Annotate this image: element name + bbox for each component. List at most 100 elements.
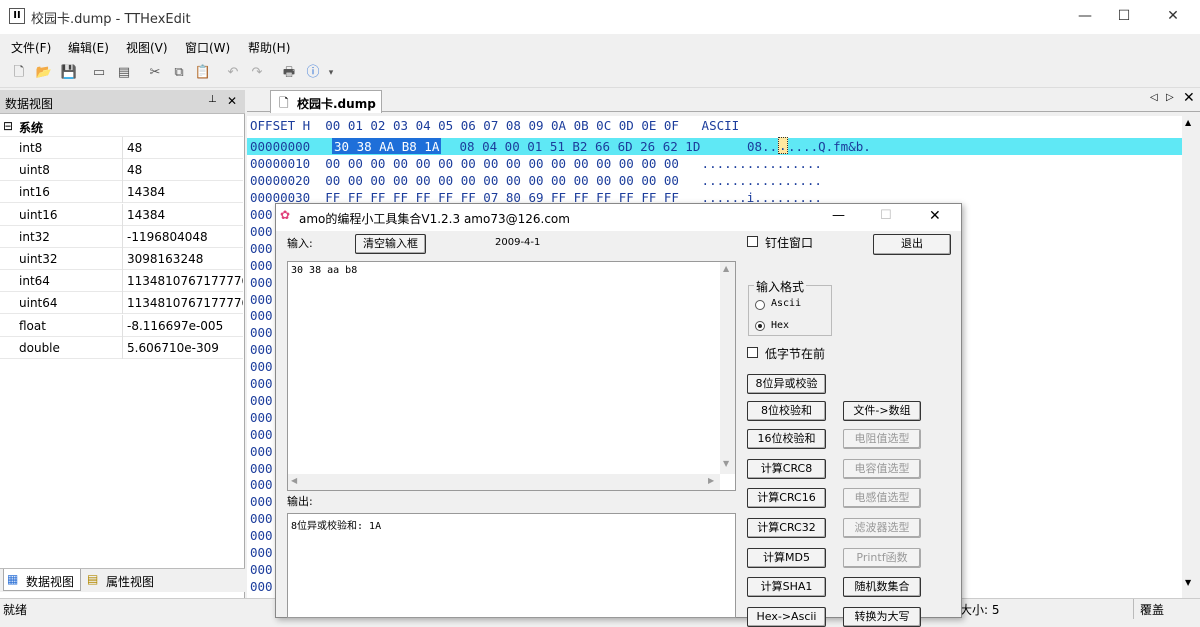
clear-input-button[interactable]: 清空输入框: [355, 234, 426, 254]
close-button[interactable]: ✕: [1150, 0, 1196, 34]
tool-button[interactable]: Printf函数: [843, 548, 921, 568]
tab-close-icon[interactable]: ✕: [1183, 90, 1195, 106]
tool-button[interactable]: Hex->Ascii: [747, 607, 826, 627]
ascii-text[interactable]: 08..: [747, 139, 777, 154]
hex-offset-stub: 000: [250, 561, 273, 577]
tab-data-view[interactable]: ▦ 数据视图: [3, 569, 81, 591]
collapse-icon[interactable]: ⊟: [3, 119, 13, 133]
selected-bytes[interactable]: 30 38 AA B8 1A: [332, 138, 442, 154]
tool-button[interactable]: 文件->数组: [843, 401, 921, 421]
hex-offset-stub: 000: [250, 207, 273, 222]
tool-button[interactable]: 计算MD5: [747, 548, 826, 568]
paste-icon[interactable]: 📋: [194, 64, 212, 82]
menu-help[interactable]: 帮助(H): [248, 39, 290, 56]
tool-button[interactable]: 计算SHA1: [747, 577, 826, 597]
column-divider: [122, 225, 123, 248]
exit-button[interactable]: 退出: [873, 234, 951, 255]
dropdown-icon[interactable]: ▾: [322, 64, 340, 82]
tool-button[interactable]: 转换为大写: [843, 607, 921, 627]
document-tab-bar: 🗋 校园卡.dump ◁ ▷ ✕: [247, 88, 1200, 113]
hex-bytes[interactable]: 08 04 00 01 51 B2 66 6D 26 62 1D: [452, 139, 701, 154]
scroll-down-icon[interactable]: ▼: [1185, 578, 1191, 587]
property-row[interactable]: uint16 14384: [0, 203, 243, 226]
tab-nav-right-icon[interactable]: ▷: [1166, 92, 1174, 103]
property-row[interactable]: int32 -1196804048: [0, 225, 243, 248]
tool-button[interactable]: 电感值选型: [843, 488, 921, 508]
tab-nav-left-icon[interactable]: ◁: [1150, 92, 1158, 103]
panel-close-icon[interactable]: ✕: [227, 94, 237, 108]
menu-file[interactable]: 文件(F): [11, 39, 51, 56]
tool-button[interactable]: 随机数集合: [843, 577, 921, 597]
column-divider: [122, 137, 123, 159]
memory-icon[interactable]: ▤: [115, 64, 133, 82]
property-row[interactable]: uint32 3098163248: [0, 248, 243, 270]
property-row[interactable]: uint8 48: [0, 159, 243, 182]
ascii-text-rest[interactable]: ....Q.fm&b.: [788, 139, 871, 154]
ascii-cursor[interactable]: .: [778, 137, 788, 154]
property-row[interactable]: int64 1134810767177776: [0, 270, 243, 293]
pin-window-label: 钉住窗口: [765, 236, 814, 250]
property-row[interactable]: uint64 1134810767177776: [0, 292, 243, 315]
tab-property-view[interactable]: ▤ 属性视图: [84, 569, 164, 591]
dialog-minimize-button[interactable]: —: [832, 208, 845, 223]
info-icon[interactable]: ⓘ: [304, 64, 322, 82]
hex-offset-stub: 000: [250, 528, 273, 544]
pin-window-checkbox[interactable]: [747, 236, 758, 247]
tab-property-view-label: 属性视图: [106, 575, 155, 589]
redo-icon[interactable]: ↷: [248, 64, 266, 82]
column-divider: [122, 336, 123, 359]
property-value: -8.116697e-005: [127, 318, 224, 333]
menu-view[interactable]: 视图(V): [126, 39, 168, 56]
property-row[interactable]: int16 14384: [0, 181, 243, 204]
dialog-close-button[interactable]: ✕: [929, 208, 941, 224]
scroll-left-icon[interactable]: ◀: [291, 476, 297, 485]
open-folder-icon[interactable]: 📂: [35, 64, 53, 82]
property-row[interactable]: float -8.116697e-005: [0, 314, 243, 337]
property-row[interactable]: double 5.606710e-309: [0, 336, 243, 359]
menu-window[interactable]: 窗口(W): [185, 39, 230, 56]
hex-row[interactable]: 00000020 00 00 00 00 00 00 00 00 00 00 0…: [250, 173, 822, 188]
low-byte-first-checkbox[interactable]: [747, 347, 758, 358]
dialog-maximize-button[interactable]: ☐: [880, 208, 892, 223]
tool-button[interactable]: 8位异或校验: [747, 374, 826, 394]
property-view-icon: ▤: [87, 572, 99, 586]
input-vscroll[interactable]: ▲ ▼: [720, 262, 735, 474]
hex-radio[interactable]: [755, 321, 765, 331]
scroll-up-icon[interactable]: ▲: [1185, 118, 1191, 127]
column-divider: [122, 203, 123, 226]
group-header[interactable]: ⊟ 系统: [0, 115, 243, 137]
scroll-right-icon[interactable]: ▶: [708, 476, 714, 485]
pin-icon[interactable]: ⊥: [208, 94, 217, 105]
undo-icon[interactable]: ↶: [224, 64, 242, 82]
menu-edit[interactable]: 编辑(E): [68, 39, 109, 56]
input-textarea[interactable]: 30 38 aa b8: [287, 261, 736, 491]
tab-document[interactable]: 🗋 校园卡.dump: [270, 90, 382, 113]
tool-button[interactable]: 电容值选型: [843, 459, 921, 479]
copy-icon[interactable]: ⧉: [170, 64, 188, 82]
tool-button[interactable]: 电阻值选型: [843, 429, 921, 449]
new-file-icon[interactable]: 🗋: [10, 64, 28, 82]
tool-button[interactable]: 计算CRC8: [747, 459, 826, 479]
output-textarea[interactable]: 8位异或校验和: 1A: [287, 513, 736, 618]
property-name: int32: [19, 229, 50, 244]
input-hscroll[interactable]: ◀ ▶: [288, 474, 720, 490]
vertical-scrollbar[interactable]: ▲ ▼: [1182, 116, 1197, 598]
maximize-button[interactable]: ☐: [1101, 0, 1147, 34]
tab-data-view-label: 数据视图: [26, 575, 75, 589]
tool-button[interactable]: 计算CRC16: [747, 488, 826, 508]
tool-button[interactable]: 16位校验和: [747, 429, 826, 449]
hex-row[interactable]: 00000010 00 00 00 00 00 00 00 00 00 00 0…: [250, 156, 822, 171]
scroll-down-icon[interactable]: ▼: [723, 459, 729, 468]
tool-button[interactable]: 滤波器选型: [843, 518, 921, 538]
property-row[interactable]: int8 48: [0, 137, 243, 159]
save-icon[interactable]: 💾: [60, 64, 78, 82]
scroll-up-icon[interactable]: ▲: [723, 264, 729, 273]
property-name: int64: [19, 274, 50, 289]
hdd-icon[interactable]: ▭: [90, 64, 108, 82]
tool-button[interactable]: 8位校验和: [747, 401, 826, 421]
ascii-radio[interactable]: [755, 300, 765, 310]
tool-button[interactable]: 计算CRC32: [747, 518, 826, 538]
print-icon[interactable]: 🖶: [280, 64, 298, 82]
cut-icon[interactable]: ✂: [146, 64, 164, 82]
property-value: 1134810767177776: [127, 274, 243, 289]
